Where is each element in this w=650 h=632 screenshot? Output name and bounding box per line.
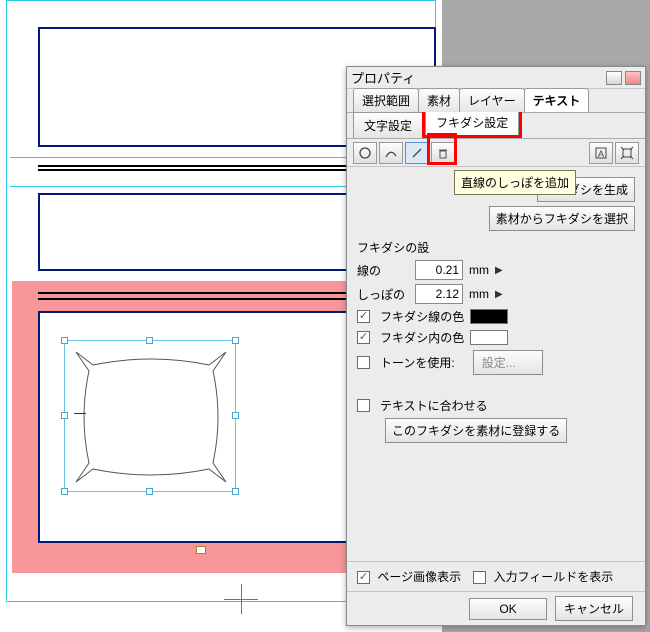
properties-panel: プロパティ 選択範囲 素材 レイヤー テキスト 文字設定 フキダシ設定 A <box>346 66 646 626</box>
delete-tail-tool[interactable] <box>431 142 455 164</box>
line-width-row: 線の 0.21 mm ▶ <box>357 260 635 280</box>
fukidashi-section-header: フキダシの設 <box>357 239 635 256</box>
text-frame-tool[interactable]: A <box>589 142 613 164</box>
show-input-fields-checkbox[interactable] <box>473 571 486 584</box>
resize-handle-tl[interactable] <box>61 337 68 344</box>
fit-text-checkbox[interactable] <box>357 399 370 412</box>
use-tone-row: トーンを使用: 設定... <box>357 350 635 375</box>
tone-settings-button[interactable]: 設定... <box>473 350 543 375</box>
fill-color-row: フキダシ内の色 <box>357 329 635 346</box>
unit-label: mm <box>469 287 489 301</box>
show-page-image-label: ページ画像表示 <box>377 570 461 584</box>
fit-tool[interactable] <box>615 142 639 164</box>
use-tone-checkbox[interactable] <box>357 356 370 369</box>
subtab-fukidashi-settings[interactable]: フキダシ設定 <box>425 109 519 135</box>
resize-handle-mr[interactable] <box>232 412 239 419</box>
close-button[interactable] <box>625 71 641 85</box>
text-cursor-indicator <box>74 413 86 414</box>
show-page-image-checkbox[interactable] <box>357 571 370 584</box>
resize-handle-ml[interactable] <box>61 412 68 419</box>
line-width-label: 線の <box>357 262 409 279</box>
panel-footer: OK キャンセル <box>347 591 645 625</box>
tab-selection[interactable]: 選択範囲 <box>353 88 419 112</box>
svg-text:A: A <box>598 149 604 159</box>
line-color-label: フキダシ線の色 <box>380 308 464 325</box>
cancel-button[interactable]: キャンセル <box>555 596 633 621</box>
ok-button[interactable]: OK <box>469 598 547 620</box>
show-input-fields-label: 入力フィールドを表示 <box>493 570 613 584</box>
line-color-swatch[interactable] <box>470 309 508 324</box>
crosshair <box>241 584 242 614</box>
speech-bubble-shape[interactable] <box>71 347 231 487</box>
tab-layer[interactable]: レイヤー <box>459 88 525 112</box>
tab-text[interactable]: テキスト <box>524 88 590 112</box>
unit-label: mm <box>469 263 489 277</box>
minimize-button[interactable] <box>606 71 622 85</box>
panel-titlebar[interactable]: プロパティ <box>347 67 645 89</box>
resize-handle-tr[interactable] <box>232 337 239 344</box>
resize-handle-bl[interactable] <box>61 488 68 495</box>
fill-color-label: フキダシ内の色 <box>380 329 464 346</box>
tail-round-tool[interactable] <box>353 142 377 164</box>
tail-width-row: しっぽの 2.12 mm ▶ <box>357 284 635 304</box>
page-handle[interactable] <box>196 546 206 554</box>
panel-title: プロパティ <box>351 68 603 87</box>
tail-line-tool[interactable] <box>405 142 429 164</box>
use-tone-label: トーンを使用: <box>380 354 455 371</box>
line-width-input[interactable]: 0.21 <box>415 260 463 280</box>
tail-width-label: しっぽの <box>357 286 409 303</box>
fukidashi-toolbar: A <box>347 139 645 167</box>
speech-bubble-bbox[interactable] <box>64 340 236 492</box>
fit-text-label: テキストに合わせる <box>380 397 488 414</box>
tail-width-input[interactable]: 2.12 <box>415 284 463 304</box>
resize-handle-bc[interactable] <box>146 488 153 495</box>
register-material-button[interactable]: このフキダシを素材に登録する <box>385 418 567 443</box>
panel-tabs: 選択範囲 素材 レイヤー テキスト <box>347 89 645 113</box>
panel-subtabs: 文字設定 フキダシ設定 <box>347 113 645 139</box>
tab-material[interactable]: 素材 <box>418 88 460 112</box>
resize-handle-tc[interactable] <box>146 337 153 344</box>
line-color-row: フキダシ線の色 <box>357 308 635 325</box>
spinner-icon[interactable]: ▶ <box>495 265 503 276</box>
subtab-char-settings[interactable]: 文字設定 <box>353 112 423 138</box>
tooltip: 直線のしっぽを追加 <box>454 170 576 195</box>
fit-text-row: テキストに合わせる <box>357 397 635 414</box>
panel-body: フキダシを生成 素材からフキダシを選択 フキダシの設 線の 0.21 mm ▶ … <box>347 167 645 443</box>
spinner-icon[interactable]: ▶ <box>495 289 503 300</box>
resize-handle-br[interactable] <box>232 488 239 495</box>
panel-bottom-options: ページ画像表示 入力フィールドを表示 <box>347 561 645 591</box>
fill-color-swatch[interactable] <box>470 330 508 345</box>
fill-color-checkbox[interactable] <box>357 331 370 344</box>
tail-curve-tool[interactable] <box>379 142 403 164</box>
select-from-material-button[interactable]: 素材からフキダシを選択 <box>489 206 635 231</box>
line-color-checkbox[interactable] <box>357 310 370 323</box>
